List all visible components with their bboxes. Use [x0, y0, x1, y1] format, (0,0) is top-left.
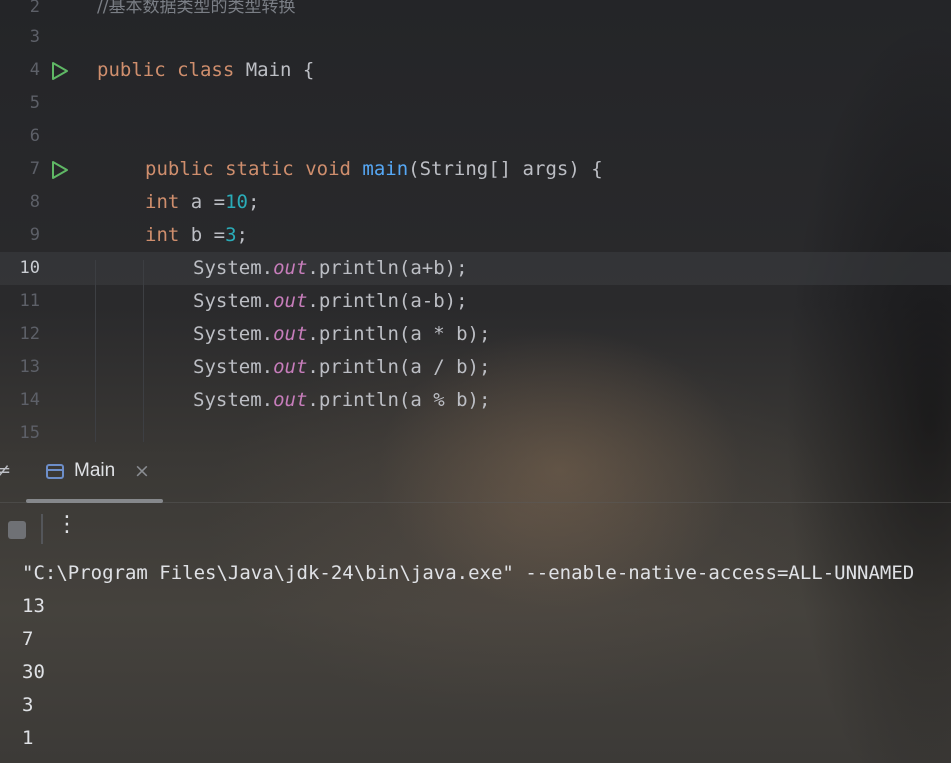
line-number: 10 — [19, 258, 40, 278]
token-keyword: class — [177, 59, 235, 81]
token-text: .println — [307, 323, 399, 345]
token-text: (a / b); — [398, 356, 491, 378]
token-keyword: int — [145, 191, 180, 213]
line-number: 14 — [19, 390, 40, 410]
token-text: .println — [307, 356, 399, 378]
token-keyword: static — [225, 158, 294, 180]
panel-edge-icon[interactable]: ≠ — [0, 460, 11, 481]
console-command-line: "C:\Program Files\Java\jdk-24\bin\java.e… — [22, 562, 915, 584]
token-text: b = — [179, 224, 226, 246]
token-text: .println — [307, 290, 399, 312]
token-field: out — [273, 323, 308, 345]
token-text: .println — [307, 257, 399, 279]
console-output[interactable]: "C:\Program Files\Java\jdk-24\bin\java.e… — [0, 554, 951, 763]
code-line[interactable]: 3 — [0, 21, 951, 54]
line-number: 4 — [29, 60, 40, 80]
code-text: public class Main { — [97, 54, 314, 87]
token-text: (a * b); — [398, 323, 491, 345]
console-output-line: 30 — [22, 661, 45, 683]
token-number: 3 — [225, 224, 237, 246]
line-number: 8 — [29, 192, 40, 212]
run-gutter-icon[interactable] — [49, 160, 69, 180]
token-keyword: public — [97, 59, 166, 81]
token-keyword: public — [145, 158, 214, 180]
token-text: (String[] args) { — [408, 158, 603, 180]
token-field: out — [273, 290, 308, 312]
token-text: (a % b); — [398, 389, 491, 411]
code-text: System.out.println(a-b); — [193, 285, 468, 318]
code-line[interactable]: 8 int a =10; — [0, 186, 951, 219]
toolbar-divider — [41, 514, 43, 544]
console-output-line: 3 — [22, 694, 34, 716]
console-output-line: 1 — [22, 727, 34, 749]
token-text: a = — [179, 191, 226, 213]
more-options-icon[interactable]: ⋮ — [56, 512, 78, 537]
token-text: System. — [193, 323, 274, 345]
line-number: 3 — [29, 27, 40, 47]
code-text: int a =10; — [145, 186, 259, 219]
line-number: 15 — [19, 423, 40, 442]
token-text: System. — [193, 257, 274, 279]
token-field: out — [273, 356, 308, 378]
stop-icon[interactable] — [8, 521, 26, 539]
token-number: 10 — [225, 191, 248, 213]
code-line[interactable]: 4 public class Main { — [0, 54, 951, 87]
code-text: System.out.println(a * b); — [193, 318, 490, 351]
code-text: System.out.println(a % b); — [193, 384, 490, 417]
token-text: .println — [307, 389, 399, 411]
line-number: 5 — [29, 93, 40, 113]
tab-label: Main — [74, 460, 116, 481]
code-line[interactable]: 14 System.out.println(a % b); — [0, 384, 951, 417]
code-line[interactable]: 15 — [0, 417, 951, 442]
line-number: 9 — [29, 225, 40, 245]
code-line-current[interactable]: 10 System.out.println(a+b); — [0, 252, 951, 285]
run-tab-bar: ≠ Main × — [0, 442, 951, 503]
run-toolbar: ⋮ — [0, 504, 951, 554]
token-text: (a+b); — [398, 257, 468, 279]
run-gutter-icon[interactable] — [49, 61, 69, 81]
line-number: 7 — [29, 159, 40, 179]
tab-main[interactable]: Main × — [40, 452, 165, 496]
token-field: out — [273, 257, 308, 279]
console-output-line: 13 — [22, 595, 45, 617]
token-text: System. — [193, 356, 274, 378]
token-text: System. — [193, 290, 274, 312]
token-field: out — [273, 389, 308, 411]
token-function: main — [362, 158, 409, 180]
line-number: 11 — [19, 291, 40, 311]
token-text: System. — [193, 389, 274, 411]
code-text: int b =3; — [145, 219, 248, 252]
token-text: ; — [247, 191, 260, 213]
code-line[interactable]: 5 — [0, 87, 951, 120]
close-icon[interactable]: × — [134, 460, 150, 482]
console-window-icon — [46, 464, 64, 479]
code-line[interactable]: 9 int b =3; — [0, 219, 951, 252]
code-text: System.out.println(a+b); — [193, 252, 468, 285]
token-text: ; — [236, 224, 248, 246]
code-text: public static void main(String[] args) { — [145, 153, 603, 186]
token-keyword: int — [145, 224, 180, 246]
line-number: 6 — [29, 126, 40, 146]
code-line[interactable]: 13 System.out.println(a / b); — [0, 351, 951, 384]
token-keyword: void — [305, 158, 351, 180]
code-line[interactable]: 11 System.out.println(a-b); — [0, 285, 951, 318]
token-class-name: Main { — [234, 59, 315, 81]
run-tool-window: ≠ Main × ⋮ "C:\Program Files\Java\jdk-24… — [0, 442, 951, 763]
line-number: 13 — [19, 357, 40, 377]
token-text: (a-b); — [398, 290, 468, 312]
code-line[interactable]: 7 public static void main(String[] args)… — [0, 153, 951, 186]
tab-scroll-indicator[interactable] — [26, 499, 163, 503]
code-line[interactable]: 6 — [0, 120, 951, 153]
code-editor[interactable]: 2 //基本数据类型的类型转换 3 4 public class Main { … — [0, 0, 951, 442]
line-number: 12 — [19, 324, 40, 344]
console-output-line: 7 — [22, 628, 34, 650]
code-line[interactable]: 12 System.out.println(a * b); — [0, 318, 951, 351]
code-text: System.out.println(a / b); — [193, 351, 490, 384]
